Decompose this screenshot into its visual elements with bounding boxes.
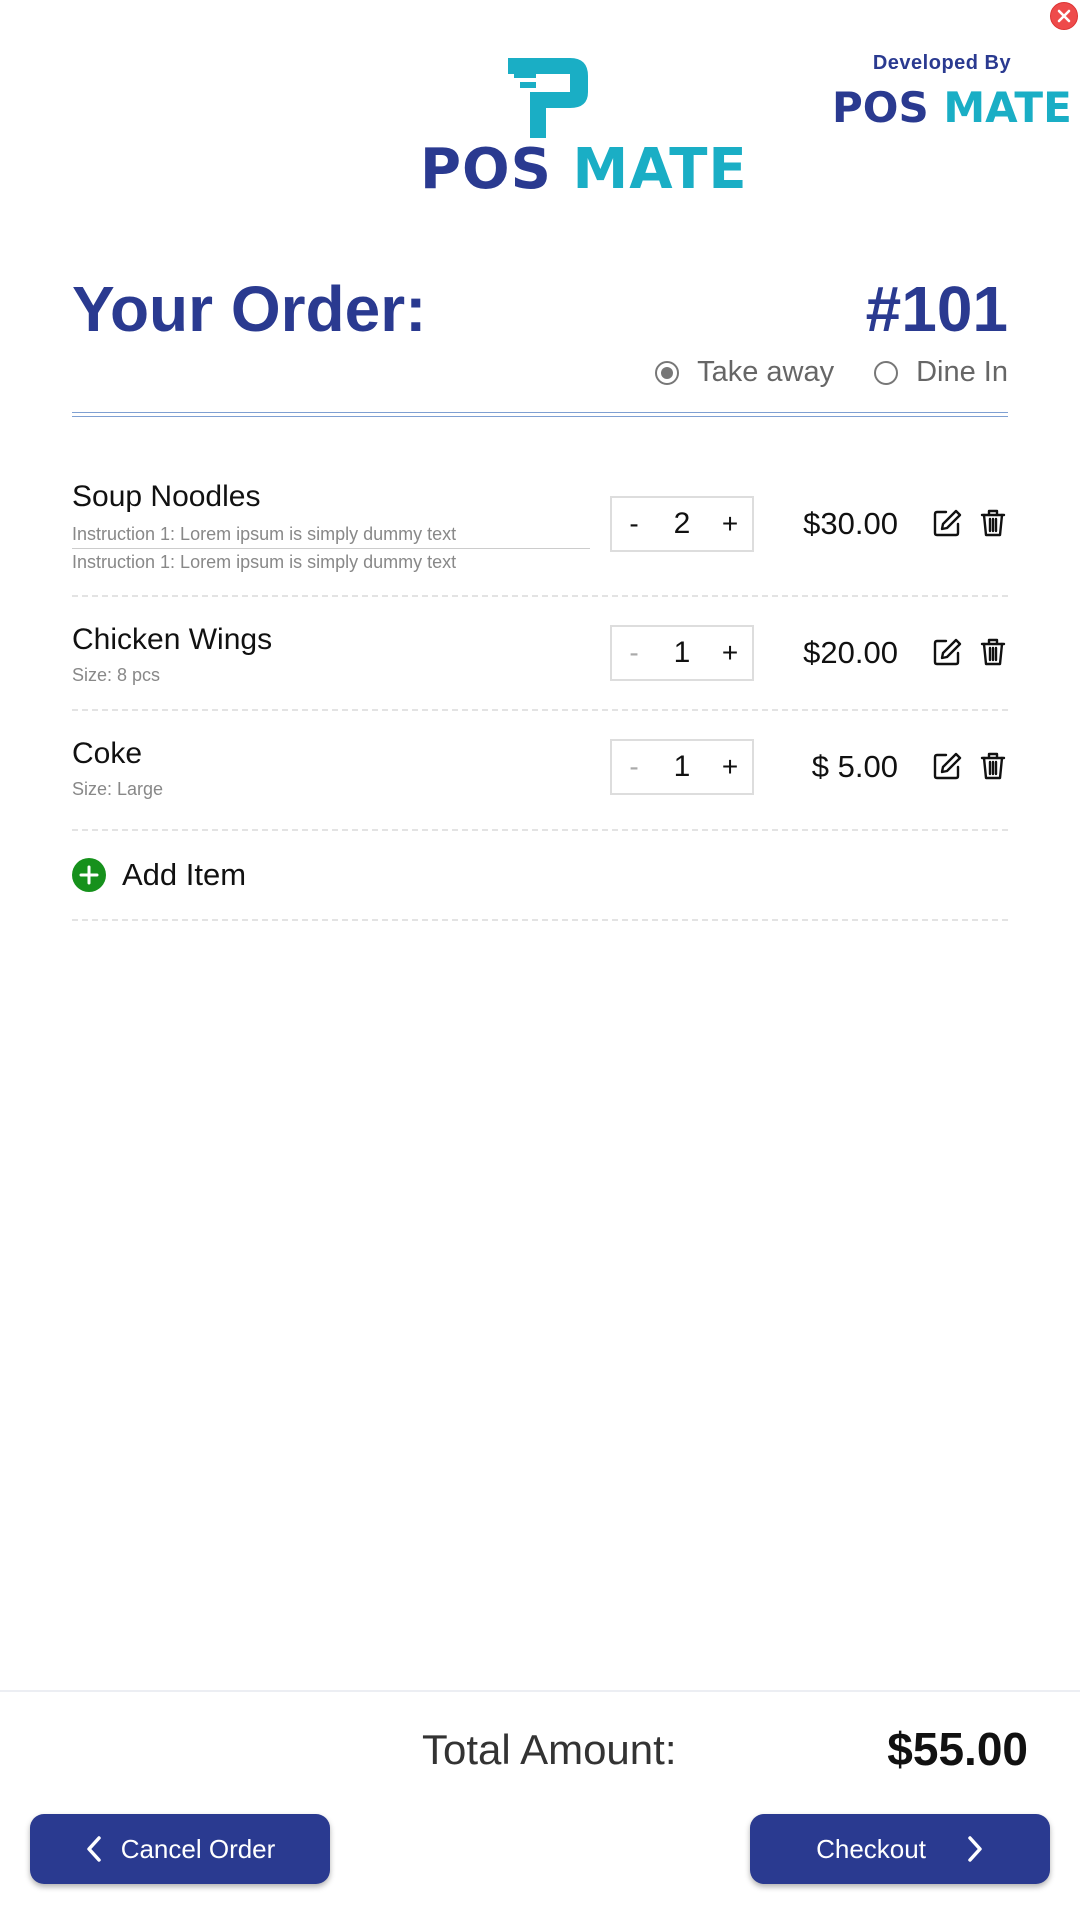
cancel-order-label: Cancel Order — [120, 1833, 276, 1864]
logo-p-icon — [508, 58, 588, 138]
chevron-right-icon — [968, 1836, 982, 1862]
developed-by: Developed By POS MATE — [832, 52, 1072, 129]
edit-icon[interactable] — [932, 751, 962, 781]
increase-quantity-button[interactable]: + — [708, 637, 752, 669]
cancel-order-button[interactable]: Cancel Order — [30, 1814, 330, 1884]
quantity-value: 2 — [673, 507, 691, 540]
order-title: Your Order: — [72, 273, 427, 345]
quantity-value: 1 — [673, 750, 691, 783]
add-item-label: Add Item — [122, 857, 247, 892]
chevron-left-icon — [86, 1836, 101, 1862]
item-name: Chicken Wings — [72, 623, 273, 656]
item-size: Size: 8 pcs — [72, 665, 161, 685]
item-name: Soup Noodles — [72, 480, 261, 513]
take-away-radio[interactable] — [655, 360, 680, 385]
plus-circle-icon — [72, 858, 106, 892]
decrease-quantity-button[interactable]: - — [612, 751, 656, 783]
logo-word-mate: MATE — [572, 137, 748, 202]
edit-icon[interactable] — [932, 508, 962, 538]
checkout-label: Checkout — [816, 1833, 926, 1864]
header-divider — [72, 412, 1008, 417]
dev-logo-word-pos: POS — [832, 83, 929, 132]
developer-logo: POS MATE — [832, 87, 1072, 129]
item-price: $30.00 — [803, 506, 898, 541]
item-name: Coke — [72, 737, 143, 770]
increase-quantity-button[interactable]: + — [708, 751, 752, 783]
brand-logo: POS MATE — [420, 52, 747, 202]
add-item-button[interactable]: Add Item — [72, 831, 1008, 921]
edit-icon[interactable] — [932, 637, 962, 667]
item-instruction: Instruction 1: Lorem ipsum is simply dum… — [72, 524, 590, 549]
item-instructions: Instruction 1: Lorem ipsum is simply dum… — [72, 524, 590, 573]
take-away-option[interactable]: Take away — [655, 356, 834, 389]
logo-word-pos: POS — [420, 137, 552, 202]
dev-logo-word-mate: MATE — [943, 83, 1072, 132]
quantity-stepper: - 1 + — [610, 625, 754, 681]
total-amount-label: Total Amount: — [422, 1726, 677, 1773]
close-button[interactable] — [1050, 2, 1078, 30]
order-footer: Total Amount: $55.00 Cancel Order Checko… — [0, 1690, 1080, 1922]
checkout-button[interactable]: Checkout — [750, 1814, 1050, 1884]
dine-in-radio[interactable] — [874, 360, 899, 385]
quantity-stepper: - 2 + — [610, 496, 754, 552]
increase-quantity-button[interactable]: + — [708, 508, 752, 540]
trash-icon[interactable] — [978, 508, 1008, 538]
quantity-value: 1 — [673, 636, 691, 669]
order-item-row: Soup Noodles Instruction 1: Lorem ipsum … — [72, 450, 1008, 597]
total-amount-value: $55.00 — [887, 1723, 1028, 1775]
decrease-quantity-button[interactable]: - — [612, 637, 656, 669]
order-type-selector: Take away Dine In — [655, 356, 1008, 389]
item-size: Size: Large — [72, 779, 164, 799]
item-price: $ 5.00 — [811, 749, 898, 784]
decrease-quantity-button[interactable]: - — [612, 508, 656, 540]
order-items-list: Soup Noodles Instruction 1: Lorem ipsum … — [72, 450, 1008, 921]
dine-in-label: Dine In — [916, 356, 1008, 388]
order-item-row: Coke Size: Large - 1 + $ 5.00 — [72, 711, 1008, 831]
developed-by-label: Developed By — [872, 52, 1012, 74]
take-away-label: Take away — [697, 356, 835, 388]
item-instruction: Instruction 1: Lorem ipsum is simply dum… — [72, 552, 457, 572]
order-number: #101 — [865, 273, 1008, 345]
trash-icon[interactable] — [978, 637, 1008, 667]
close-icon — [1057, 9, 1071, 23]
quantity-stepper: - 1 + — [610, 739, 754, 795]
dine-in-option[interactable]: Dine In — [874, 356, 1008, 389]
order-item-row: Chicken Wings Size: 8 pcs - 1 + $20.00 — [72, 597, 1008, 711]
trash-icon[interactable] — [978, 751, 1008, 781]
item-price: $20.00 — [803, 635, 898, 670]
